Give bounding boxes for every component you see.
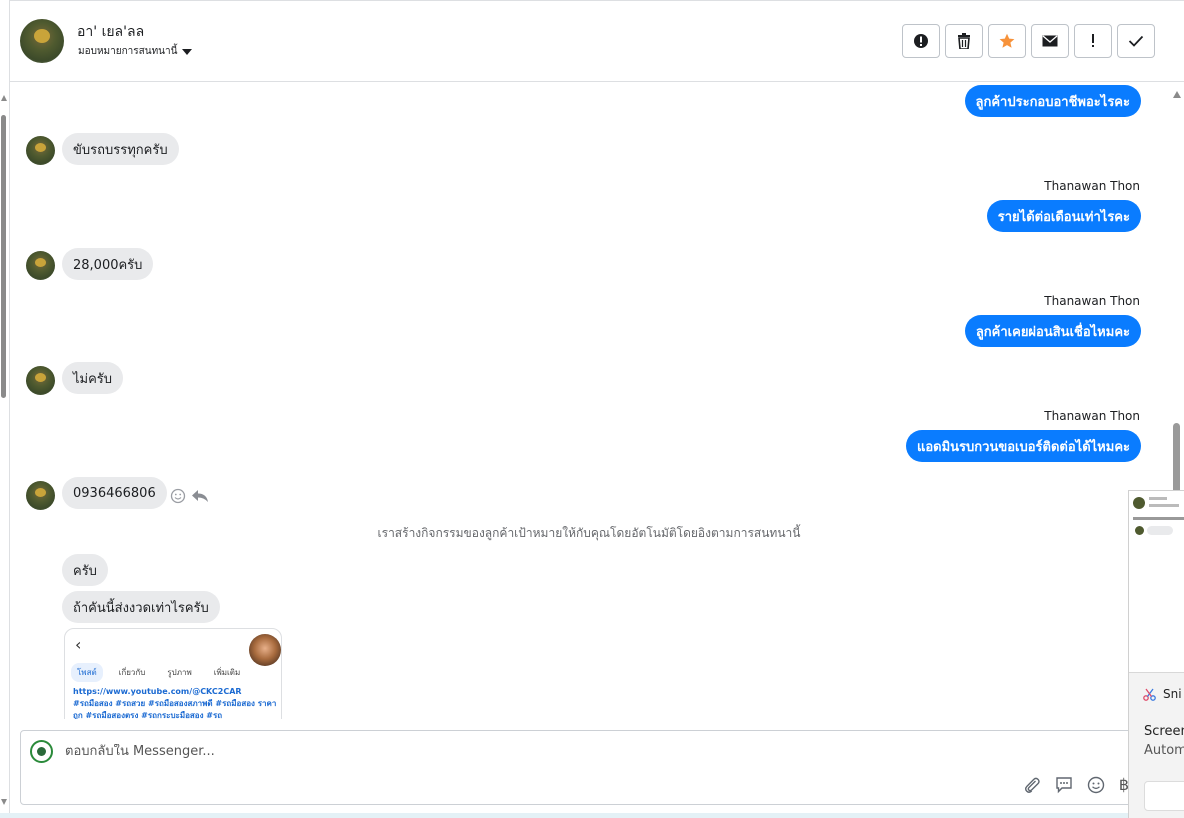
preview-bubble (1147, 526, 1173, 535)
preview-avatar (1135, 526, 1144, 535)
reply-icon[interactable] (191, 489, 209, 503)
page-scrollbar[interactable] (0, 95, 8, 805)
incoming-message[interactable]: 28,000ครับ (62, 248, 154, 280)
scrollbar-thumb[interactable] (1, 115, 6, 398)
follow-up-button[interactable] (1074, 24, 1112, 58)
action-toolbar (902, 24, 1155, 58)
bottom-strip (0, 813, 1184, 818)
contact-avatar-small[interactable] (26, 366, 55, 395)
message-thread[interactable]: ลูกค้าประกอบอาชีพอะไรคะ ขับรถบรรทุกครับ … (10, 83, 1168, 719)
star-icon (999, 33, 1015, 48)
scroll-up-arrow-icon[interactable] (1, 95, 7, 101)
snip-action-button[interactable] (1144, 781, 1184, 811)
outgoing-message[interactable]: ลูกค้าเคยผ่อนสินเชื่อไหมคะ (964, 315, 1141, 347)
scroll-up-arrow-icon[interactable] (1173, 91, 1181, 98)
profile-tab: รูปภาพ (167, 668, 192, 677)
paperclip-icon[interactable] (1023, 776, 1041, 794)
back-arrow-icon: ‹ (75, 635, 82, 654)
profile-photo (249, 634, 281, 666)
preview-line (1149, 497, 1167, 500)
assign-conversation-dropdown[interactable]: มอบหมายการสนทนานี้ (78, 44, 193, 59)
profile-tabs: โพสต์ เกี่ยวกับ รูปภาพ เพิ่มเติม (71, 663, 246, 682)
scissors-icon (1143, 688, 1156, 701)
contact-avatar-small[interactable] (26, 481, 55, 510)
emoji-react-icon[interactable] (170, 488, 186, 504)
scroll-down-arrow-icon[interactable] (1, 799, 7, 805)
alert-circle-icon (914, 34, 928, 48)
incoming-message[interactable]: ครับ (62, 554, 108, 586)
sender-name: Thanawan Thon (1044, 179, 1140, 193)
profile-tab: โพสต์ (71, 663, 103, 682)
delete-button[interactable] (945, 24, 983, 58)
outgoing-message[interactable]: รายได้ต่อเดือนเท่าไรคะ (986, 200, 1141, 232)
post-hashtags: #รถมือสอง #รถสวย #รถมือสองสภาพดี #รถมือส… (73, 699, 277, 719)
preview-line (1133, 517, 1184, 520)
envelope-icon (1042, 35, 1058, 47)
saved-replies-icon[interactable] (1055, 776, 1073, 794)
emoji-icon[interactable] (1087, 776, 1105, 794)
trash-icon (958, 33, 970, 49)
contact-avatar-small[interactable] (26, 251, 55, 280)
outgoing-message[interactable]: ลูกค้าประกอบอาชีพอะไรคะ (964, 85, 1141, 117)
done-button[interactable] (1117, 24, 1155, 58)
composer-actions: ฿ (1023, 775, 1129, 794)
snip-title: Screen (1144, 724, 1184, 739)
sender-name: Thanawan Thon (1044, 409, 1140, 423)
profile-tab: เพิ่มเติม (213, 668, 241, 677)
contact-name[interactable]: อา' เยล'ลล (77, 21, 144, 43)
post-link: https://www.youtube.com/@CKC2CAR (73, 687, 242, 696)
profile-tab: เกี่ยวกับ (118, 668, 146, 677)
system-note: เราสร้างกิจกรรมของลูกค้าเป้าหมายให้กับคุ… (377, 526, 801, 540)
report-button[interactable] (902, 24, 940, 58)
page-avatar (30, 740, 53, 763)
caret-down-icon (182, 48, 193, 55)
assign-label: มอบหมายการสนทนานี้ (78, 46, 178, 57)
snip-app-name: Sni (1163, 687, 1182, 701)
sender-name: Thanawan Thon (1044, 294, 1140, 308)
incoming-message[interactable]: ขับรถบรรทุกครับ (62, 133, 179, 165)
preview-avatar (1133, 497, 1145, 509)
post-text: https://www.youtube.com/@CKC2CAR #รถมือส… (73, 686, 278, 719)
screenshot-preview (1129, 491, 1184, 673)
incoming-message[interactable]: 0936466806 (62, 477, 167, 509)
mark-unread-button[interactable] (1031, 24, 1069, 58)
snip-notification[interactable]: Sni Screen Autom (1128, 490, 1184, 818)
contact-avatar-small[interactable] (26, 136, 55, 165)
snip-subtitle: Autom (1144, 743, 1184, 758)
preview-line (1149, 504, 1179, 507)
conversation-header: อา' เยล'ลล มอบหมายการสนทนานี้ (10, 0, 1184, 82)
incoming-message[interactable]: ไม่ครับ (62, 362, 124, 394)
message-actions (170, 488, 209, 504)
exclamation-icon (1092, 34, 1094, 47)
reply-composer: ฿ (20, 730, 1140, 805)
reply-input[interactable] (65, 744, 665, 759)
image-attachment[interactable]: ‹ โพสต์ เกี่ยวกับ รูปภาพ เพิ่มเติม https… (64, 628, 282, 719)
star-button[interactable] (988, 24, 1026, 58)
incoming-message[interactable]: ถ้าคันนี้ส่งงวดเท่าไรครับ (62, 591, 220, 623)
snip-app-row: Sni (1143, 687, 1182, 701)
check-icon (1128, 35, 1144, 47)
outgoing-message[interactable]: แอดมินรบกวนขอเบอร์ติดต่อได้ไหมคะ (905, 430, 1141, 462)
contact-avatar[interactable] (20, 19, 64, 63)
